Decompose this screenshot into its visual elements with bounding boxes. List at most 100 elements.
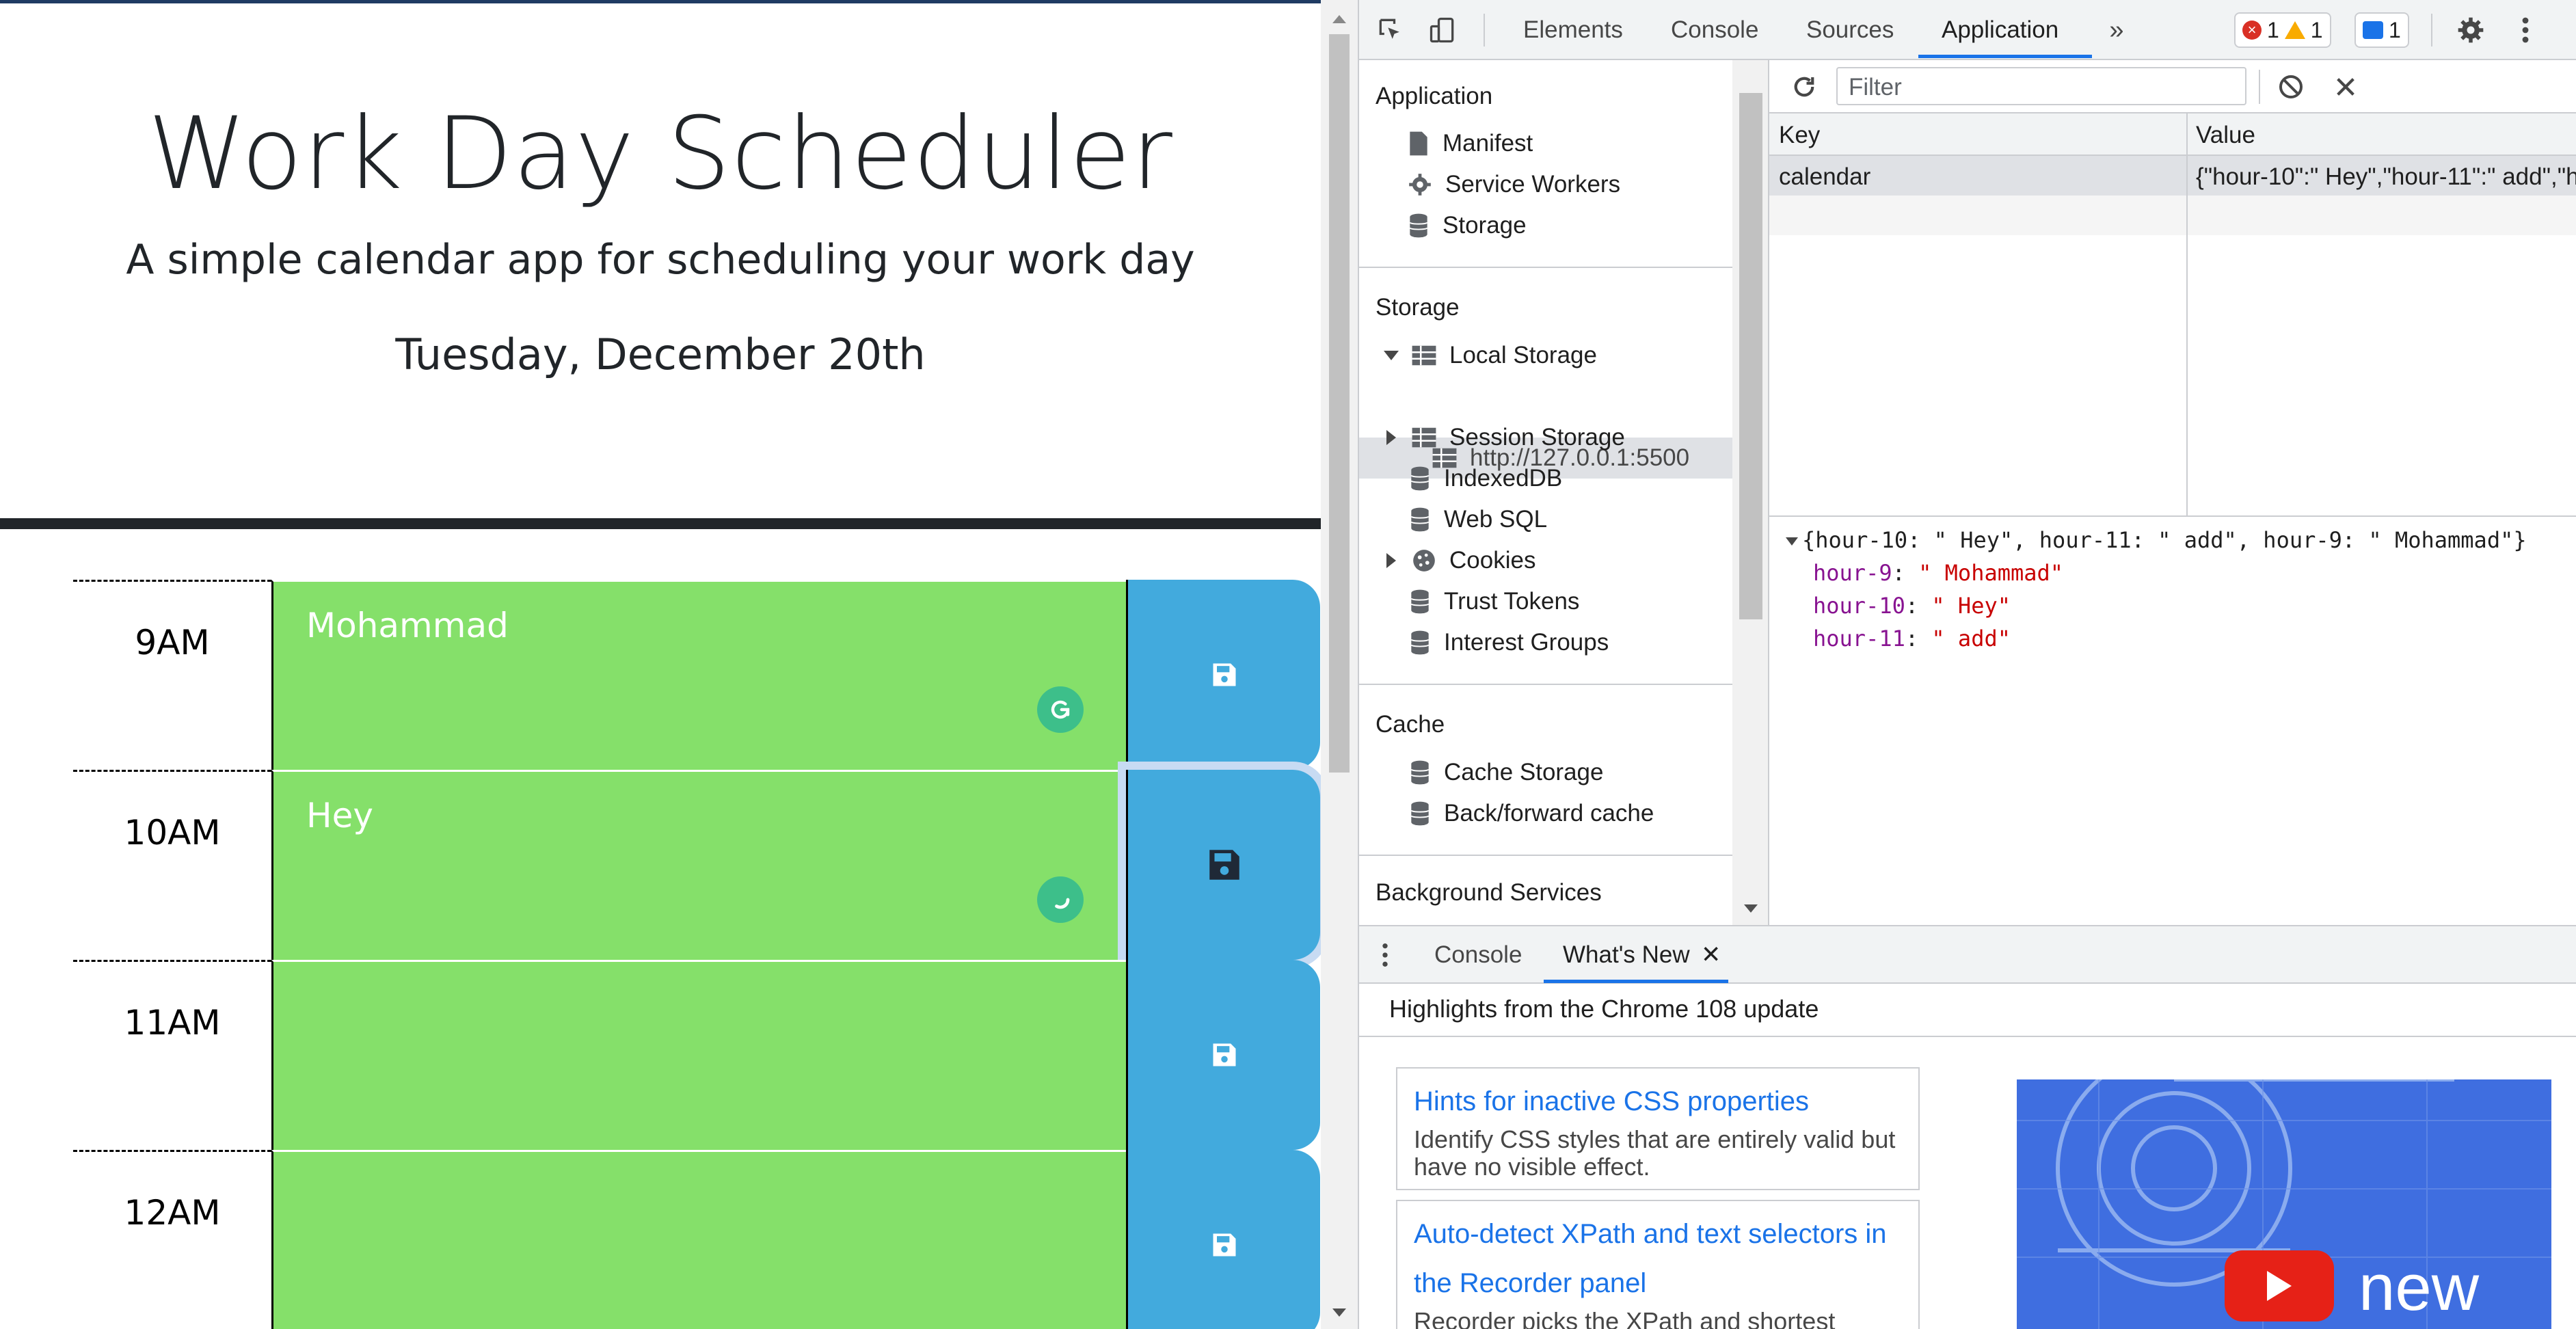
column-value[interactable]: Value: [2196, 122, 2255, 149]
drawer-menu-icon[interactable]: [1378, 940, 1392, 970]
whats-new-heading: Highlights from the Chrome 108 update: [1389, 995, 1819, 1023]
save-button[interactable]: [1126, 770, 1320, 960]
description-textarea[interactable]: [271, 1150, 1126, 1329]
messages-badge[interactable]: 1: [2354, 12, 2409, 48]
save-button[interactable]: [1126, 1150, 1320, 1329]
tab-application[interactable]: Application: [1942, 16, 2058, 44]
sidebar-scrollbar[interactable]: [1732, 60, 1768, 925]
sidebar-label: Cookies: [1449, 547, 1536, 574]
issues-badge[interactable]: × 1 1: [2234, 12, 2331, 48]
warning-count: 1: [2310, 17, 2323, 42]
value-preview: {hour-10: " Hey", hour-11: " add", hour-…: [1786, 524, 2527, 655]
device-toolbar-icon[interactable]: [1426, 14, 1459, 46]
sidebar-item-storage[interactable]: Storage: [1407, 212, 1527, 239]
sidebar-separator: [1359, 267, 1732, 268]
sidebar-label: Web SQL: [1444, 506, 1548, 533]
sidebar-item-interest-groups[interactable]: Interest Groups: [1408, 629, 1609, 656]
column-key[interactable]: Key: [1779, 122, 1820, 149]
database-icon: [1410, 801, 1430, 826]
section-background-services: Background Services: [1376, 879, 1602, 906]
expanded-triangle-icon[interactable]: [1384, 351, 1399, 360]
description-text: Hey: [306, 796, 373, 835]
tab-sources[interactable]: Sources: [1806, 16, 1894, 44]
clear-all-icon[interactable]: [2274, 70, 2308, 104]
sidebar-item-cache-storage[interactable]: Cache Storage: [1408, 759, 1603, 786]
hour-label: 10AM: [73, 770, 271, 960]
youtube-play-icon[interactable]: [2225, 1250, 2334, 1321]
table-icon: [1412, 427, 1436, 448]
close-tab-icon[interactable]: ✕: [1701, 941, 1721, 969]
active-tab-indicator: [1544, 980, 1728, 983]
feature-card[interactable]: Hints for inactive CSS properties Identi…: [1396, 1067, 1920, 1190]
row-key: calendar: [1779, 163, 1871, 190]
collapsed-triangle-icon[interactable]: [1386, 430, 1396, 445]
more-tabs-icon[interactable]: »: [2102, 15, 2132, 45]
drawer-tab-console[interactable]: Console: [1434, 941, 1522, 969]
toolbar-divider: [1484, 14, 1485, 46]
scrollbar-thumb[interactable]: [1739, 93, 1762, 619]
video-thumbnail[interactable]: new: [2017, 1079, 2551, 1329]
hour-label: 9AM: [73, 580, 271, 770]
sidebar-item-local-storage[interactable]: Local Storage: [1384, 342, 1597, 369]
page-scrollbar[interactable]: [1321, 0, 1358, 1329]
sidebar-separator: [1359, 684, 1732, 685]
scrollbar-thumb[interactable]: [1329, 34, 1350, 773]
devtools-tabbar: Elements Console Sources Application » ×…: [1359, 0, 2576, 60]
gear-icon: [1409, 174, 1431, 196]
sidebar-label: Interest Groups: [1444, 629, 1609, 656]
sidebar-item-cookies[interactable]: Cookies: [1384, 547, 1535, 574]
floppy-disk-icon: [1213, 1043, 1235, 1066]
settings-gear-icon[interactable]: [2454, 14, 2487, 46]
feature-link[interactable]: Hints for inactive CSS properties: [1414, 1077, 1902, 1126]
scroll-up-arrow-icon[interactable]: [1332, 15, 1346, 23]
filter-input[interactable]: Filter: [1836, 67, 2246, 105]
sidebar-label: Cache Storage: [1444, 759, 1604, 786]
delete-selected-icon[interactable]: [2329, 70, 2363, 104]
drawer-tab-whats-new[interactable]: What's New: [1563, 941, 1690, 969]
save-button[interactable]: [1126, 960, 1320, 1150]
error-icon: ×: [2242, 21, 2262, 40]
floppy-disk-icon: [1209, 850, 1239, 880]
description-textarea[interactable]: Hey: [271, 770, 1126, 960]
floppy-disk-icon: [1213, 1233, 1235, 1257]
feature-link[interactable]: Auto-detect XPath and text selectors in …: [1414, 1209, 1902, 1308]
scroll-down-arrow-icon[interactable]: [1744, 904, 1758, 913]
time-block-12: 12AM: [73, 1150, 1320, 1329]
grammarly-loading-icon: [1037, 876, 1084, 923]
database-icon: [1410, 466, 1430, 491]
refresh-icon[interactable]: [1787, 70, 1821, 104]
preview-key: hour-10: [1813, 593, 1905, 619]
sidebar-item-trust-tokens[interactable]: Trust Tokens: [1408, 588, 1579, 615]
description-textarea[interactable]: Mohammad: [271, 580, 1126, 770]
table-row-empty: [1769, 196, 2576, 235]
time-block-9: 9AM Mohammad: [73, 580, 1320, 770]
current-day: Tuesday, December 20th: [395, 330, 926, 379]
database-icon: [1409, 213, 1428, 238]
floppy-disk-icon: [1213, 663, 1235, 686]
scroll-down-arrow-icon[interactable]: [1332, 1308, 1346, 1317]
sidebar-item-web-sql[interactable]: Web SQL: [1408, 506, 1547, 533]
tab-console[interactable]: Console: [1671, 16, 1758, 44]
storage-toolbar: Filter: [1769, 60, 2576, 113]
feature-description: Recorder picks the XPath and shortest: [1414, 1307, 1836, 1329]
grammarly-icon[interactable]: [1037, 686, 1084, 733]
expanded-triangle-icon[interactable]: [1786, 537, 1798, 546]
inspect-element-icon[interactable]: [1374, 14, 1407, 46]
toolbar-divider: [2431, 14, 2432, 46]
description-textarea[interactable]: [271, 960, 1126, 1150]
collapsed-triangle-icon[interactable]: [1386, 553, 1396, 568]
sidebar-item-session-storage[interactable]: Session Storage: [1384, 424, 1625, 451]
sidebar-item-service-workers[interactable]: Service Workers: [1407, 171, 1620, 198]
section-cache: Cache: [1376, 711, 1445, 738]
table-row[interactable]: calendar {"hour-10":" Hey","hour-11":" a…: [1769, 156, 2576, 196]
active-tab-indicator: [1918, 55, 2092, 58]
sidebar-item-back-forward-cache[interactable]: Back/forward cache: [1408, 800, 1654, 827]
sidebar-item-indexeddb[interactable]: IndexedDB: [1408, 465, 1562, 492]
kebab-menu-icon[interactable]: [2512, 14, 2539, 46]
sidebar-item-manifest[interactable]: Manifest: [1407, 130, 1533, 157]
top-border: [0, 0, 1321, 3]
save-button[interactable]: [1126, 580, 1320, 770]
feature-description: Identify CSS styles that are entirely va…: [1414, 1125, 1896, 1181]
tab-elements[interactable]: Elements: [1523, 16, 1623, 44]
feature-card[interactable]: Auto-detect XPath and text selectors in …: [1396, 1200, 1920, 1329]
